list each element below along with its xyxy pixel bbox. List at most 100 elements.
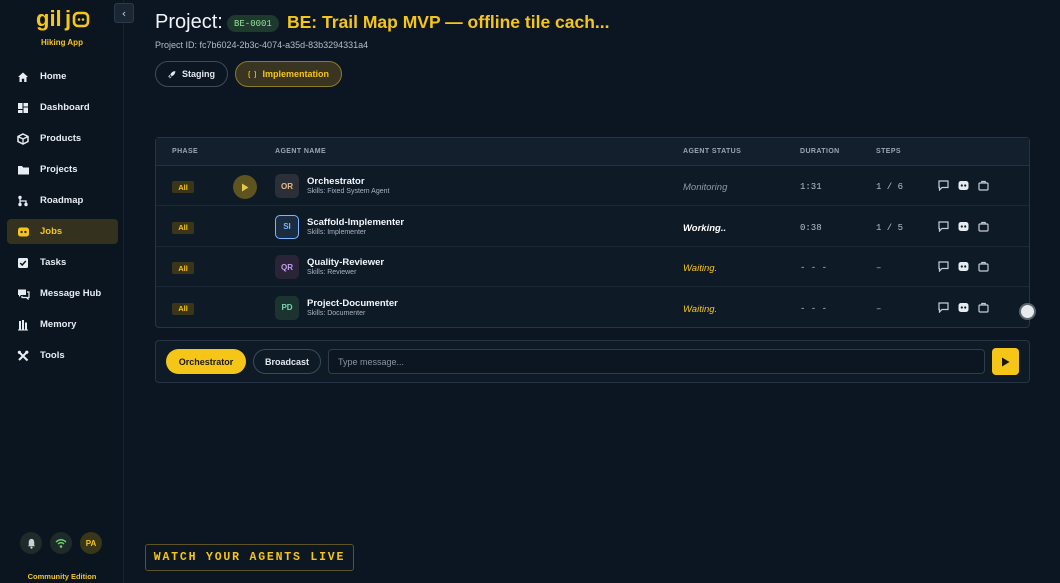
table-row[interactable]: All QR Quality-Reviewer Skills: Reviewer Wai… (156, 247, 1029, 287)
agent-details-button[interactable] (957, 220, 970, 233)
agent-avatar: OR (275, 174, 299, 198)
sidebar-item-products[interactable]: Products (7, 126, 118, 151)
tab-implementation[interactable]: Implementation (235, 61, 342, 87)
notifications-button[interactable] (20, 532, 42, 554)
user-avatar[interactable]: PA (80, 532, 102, 554)
message-input[interactable] (328, 349, 985, 374)
sidebar-item-label: Dashboard (40, 102, 90, 113)
agent-avatar: PD (275, 295, 299, 320)
agent-name: Quality-Reviewer (307, 257, 385, 268)
column-header-agent-status: AGENT STATUS (683, 148, 742, 155)
agent-duration: - - - (800, 303, 828, 314)
sidebar-item-tools[interactable]: Tools (7, 343, 118, 368)
recipient-broadcast-button[interactable]: Broadcast (253, 349, 321, 374)
sidebar-item-dashboard[interactable]: Dashboard (7, 95, 118, 120)
agent-status: Waiting. (683, 263, 718, 274)
send-button[interactable] (992, 348, 1019, 375)
sidebar-item-home[interactable]: Home (7, 64, 118, 89)
home-icon (16, 70, 30, 84)
sidebar-item-label: Tools (40, 350, 65, 361)
sidebar-footer-icons: PA (20, 532, 102, 554)
chat-icon (16, 287, 30, 301)
message-agent-button[interactable] (937, 179, 950, 192)
agent-jobs-button[interactable] (977, 179, 990, 192)
table-row[interactable]: All OR Orchestrator Skills: Fixed System Ag… (156, 166, 1029, 206)
code-braces-icon (248, 70, 257, 78)
message-agent-button[interactable] (937, 301, 950, 314)
edition-label: Community Edition (27, 572, 97, 581)
briefcase-icon (978, 261, 989, 272)
briefcase-icon (978, 180, 989, 191)
agent-status: Waiting. (683, 303, 718, 315)
agent-duration: - - - (800, 263, 828, 273)
phase-badge: All (172, 181, 194, 193)
play-agent-button[interactable] (233, 175, 257, 199)
row-actions (937, 179, 990, 192)
collapse-sidebar-button[interactable]: ‹ (114, 3, 134, 23)
sidebar-item-memory[interactable]: Memory (7, 312, 118, 337)
tab-label: Staging (182, 69, 215, 79)
briefcase-icon (978, 221, 989, 232)
agent-duration: 1:31 (800, 182, 822, 192)
agent-status: Monitoring (683, 182, 728, 193)
column-header-agent-name: AGENT NAME (275, 148, 327, 155)
column-header-phase: PHASE (172, 148, 199, 155)
robot-icon (958, 181, 969, 190)
table-row[interactable]: All PD Project-Documenter Skills: Documente… (156, 288, 1029, 328)
agent-details-button[interactable] (957, 301, 970, 314)
box-icon (16, 132, 30, 146)
row-actions (937, 301, 990, 314)
recipient-orchestrator-button[interactable]: Orchestrator (166, 349, 246, 374)
dashboard-icon (16, 101, 30, 115)
app-name: Hiking App (41, 38, 83, 47)
robot-icon (958, 302, 969, 312)
project-id: Project ID: fc7b6024-2b3c-4074-a35d-83b3… (155, 40, 369, 50)
agent-jobs-button[interactable] (977, 301, 990, 314)
agent-details-button[interactable] (957, 179, 970, 192)
chat-icon (938, 180, 949, 191)
sidebar-item-label: Home (40, 71, 67, 82)
svg-text:j: j (64, 6, 71, 31)
project-code-badge: BE-0001 (227, 15, 279, 32)
sidebar-item-message-hub[interactable]: Message Hub (7, 281, 118, 306)
agent-steps: 1 / 5 (876, 222, 904, 233)
phase-badge: All (172, 262, 194, 274)
scroll-handle[interactable] (1019, 303, 1036, 320)
agent-skills: Skills: Reviewer (307, 269, 357, 276)
agent-avatar: SI (275, 214, 299, 239)
row-actions (937, 260, 990, 273)
sidebar-item-tasks[interactable]: Tasks (7, 250, 118, 275)
tools-icon (16, 349, 30, 363)
agent-skills: Skills: Documenter (307, 309, 366, 317)
watch-agents-banner: WATCH YOUR AGENTS LIVE (145, 544, 354, 571)
tab-staging[interactable]: Staging (155, 61, 228, 87)
roadmap-icon (16, 194, 30, 208)
column-header-steps: STEPS (876, 148, 901, 155)
message-agent-button[interactable] (937, 260, 950, 273)
sidebar-item-label: Tasks (40, 257, 67, 268)
rocket-icon (168, 70, 176, 78)
sidebar-item-projects[interactable]: Projects (7, 157, 118, 182)
bell-icon (27, 538, 35, 549)
send-icon (1002, 357, 1010, 366)
robot-icon (958, 262, 969, 271)
giljo-logo[interactable]: gil j (36, 6, 90, 32)
sidebar-item-roadmap[interactable]: Roadmap (7, 188, 118, 213)
briefcase-icon (978, 302, 989, 313)
agent-jobs-button[interactable] (977, 260, 990, 273)
project-label: Project: (155, 11, 223, 33)
agent-jobs-button[interactable] (977, 220, 990, 233)
agent-details-button[interactable] (957, 260, 970, 273)
message-agent-button[interactable] (937, 220, 950, 233)
table-row[interactable]: All SI Scaffold-Implementer Skills: Impleme… (156, 207, 1029, 247)
agent-name: Project-Documenter (307, 297, 398, 309)
wifi-icon (55, 538, 67, 548)
robot-icon (958, 221, 969, 231)
agent-skills: Skills: Fixed System Agent (307, 188, 390, 195)
sidebar-nav: Home Dashboard Products Projects Roadmap… (7, 64, 118, 374)
connection-status-button[interactable] (50, 532, 72, 554)
agent-steps: – (876, 303, 882, 314)
agent-name: Orchestrator (307, 176, 365, 187)
sidebar-item-jobs[interactable]: Jobs (7, 219, 118, 244)
agent-skills: Skills: Implementer (307, 228, 367, 236)
